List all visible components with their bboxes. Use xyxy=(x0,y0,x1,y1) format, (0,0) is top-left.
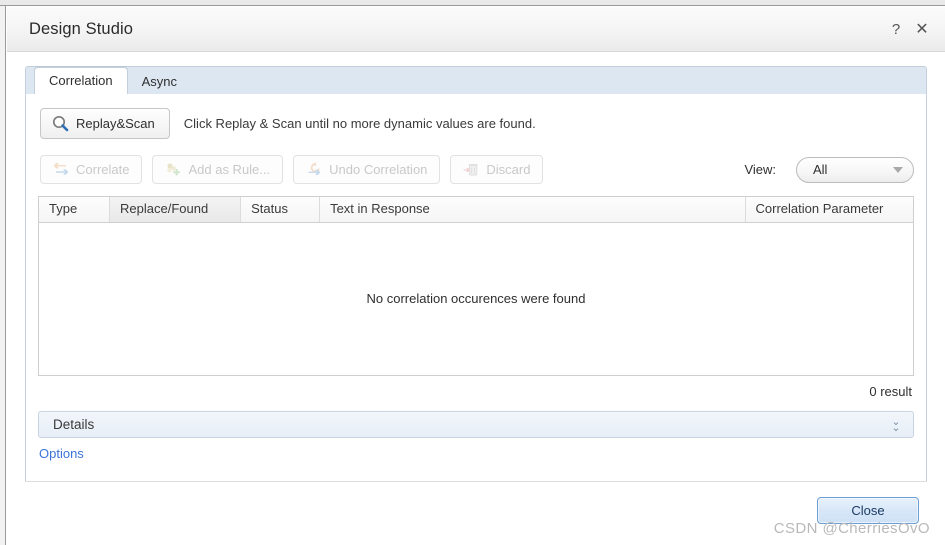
design-studio-dialog: Design Studio ? ✕ Correlation Async Repl… xyxy=(7,7,945,545)
background-window-left-edge xyxy=(0,0,6,545)
magnifier-icon xyxy=(52,115,69,132)
correlate-arrows-icon xyxy=(53,162,69,177)
close-button[interactable]: Close xyxy=(817,497,919,524)
help-icon[interactable]: ? xyxy=(885,18,907,40)
correlation-toolbar: Correlate Add as Rule... Undo Correlatio… xyxy=(38,155,914,184)
discard-label: Discard xyxy=(486,162,531,177)
dialog-titlebar: Design Studio ? ✕ xyxy=(7,7,945,52)
close-button-label: Close xyxy=(851,503,885,518)
tab-async-label: Async xyxy=(141,74,177,89)
replay-and-scan-label: Replay&Scan xyxy=(76,116,155,131)
grid-empty-message: No correlation occurences were found xyxy=(366,291,586,306)
add-as-rule-label: Add as Rule... xyxy=(188,162,271,177)
grid-col-type[interactable]: Type xyxy=(39,197,111,222)
replay-and-scan-button[interactable]: Replay&Scan xyxy=(40,108,170,139)
view-label: View: xyxy=(744,162,776,177)
options-link[interactable]: Options xyxy=(38,446,84,461)
grid-col-correlation-parameter[interactable]: Correlation Parameter xyxy=(746,197,914,222)
dialog-body: Correlation Async Replay&Scan Click Repl… xyxy=(7,52,945,545)
tab-async[interactable]: Async xyxy=(128,69,191,95)
discard-button[interactable]: Discard xyxy=(450,155,544,184)
correlate-button[interactable]: Correlate xyxy=(40,155,143,184)
view-filter-dropdown[interactable]: All xyxy=(796,156,914,183)
result-count-label: 0 result xyxy=(869,384,912,399)
undo-correlation-button[interactable]: Undo Correlation xyxy=(293,155,441,184)
tab-correlation[interactable]: Correlation xyxy=(34,67,128,95)
details-panel-header[interactable]: Details ⌄ ⌄ xyxy=(38,411,914,438)
discard-trash-icon xyxy=(463,162,479,177)
add-rule-icon xyxy=(165,162,181,177)
background-window-top-edge xyxy=(0,0,945,6)
replay-row: Replay&Scan Click Replay & Scan until no… xyxy=(38,108,914,139)
dialog-footer: Close xyxy=(25,481,927,539)
correlation-results-grid[interactable]: Type Replace/Found Status Text in Respon… xyxy=(38,196,914,376)
grid-col-replace-found[interactable]: Replace/Found xyxy=(110,197,242,222)
close-icon[interactable]: ✕ xyxy=(911,18,933,40)
grid-col-text-in-response[interactable]: Text in Response xyxy=(320,197,746,222)
undo-correlation-icon xyxy=(306,162,322,177)
replay-hint-text: Click Replay & Scan until no more dynami… xyxy=(183,116,536,131)
details-title: Details xyxy=(53,417,95,432)
undo-correlation-label: Undo Correlation xyxy=(329,162,428,177)
app-root: Design Studio ? ✕ Correlation Async Repl… xyxy=(0,0,945,545)
tab-strip: Correlation Async xyxy=(25,66,927,95)
grid-col-status[interactable]: Status xyxy=(241,197,321,222)
grid-header-row: Type Replace/Found Status Text in Respon… xyxy=(39,197,913,223)
chevron-down-icon xyxy=(893,166,903,173)
correlation-tab-panel: Replay&Scan Click Replay & Scan until no… xyxy=(25,94,927,482)
page-title: Design Studio xyxy=(29,19,134,38)
correlate-label: Correlate xyxy=(76,162,130,177)
tab-correlation-label: Correlation xyxy=(49,73,113,88)
double-chevron-down-icon[interactable]: ⌄ ⌄ xyxy=(887,416,905,433)
view-filter-value: All xyxy=(813,162,828,177)
add-as-rule-button[interactable]: Add as Rule... xyxy=(152,155,284,184)
